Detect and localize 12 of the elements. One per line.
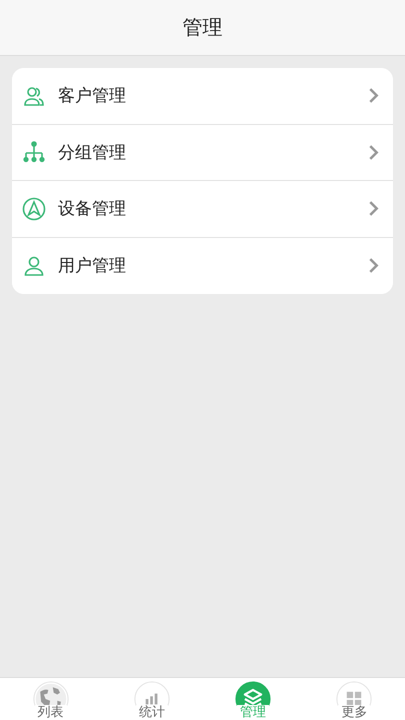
- tab[interactable]: 统计: [101, 678, 202, 720]
- page-title: 管理: [182, 14, 222, 41]
- chevron-icon: [368, 87, 379, 104]
- tab[interactable]: 列表: [0, 678, 102, 720]
- chevron-icon: [368, 257, 379, 274]
- navigation-icon: [22, 196, 46, 221]
- hierarchy-icon: [22, 140, 46, 164]
- menu-item[interactable]: 客户管理: [12, 68, 393, 124]
- chevron-icon: [368, 200, 379, 218]
- user-icon: [22, 254, 46, 278]
- chevron-icon: [368, 144, 379, 161]
- tab[interactable]: 更多: [304, 678, 405, 720]
